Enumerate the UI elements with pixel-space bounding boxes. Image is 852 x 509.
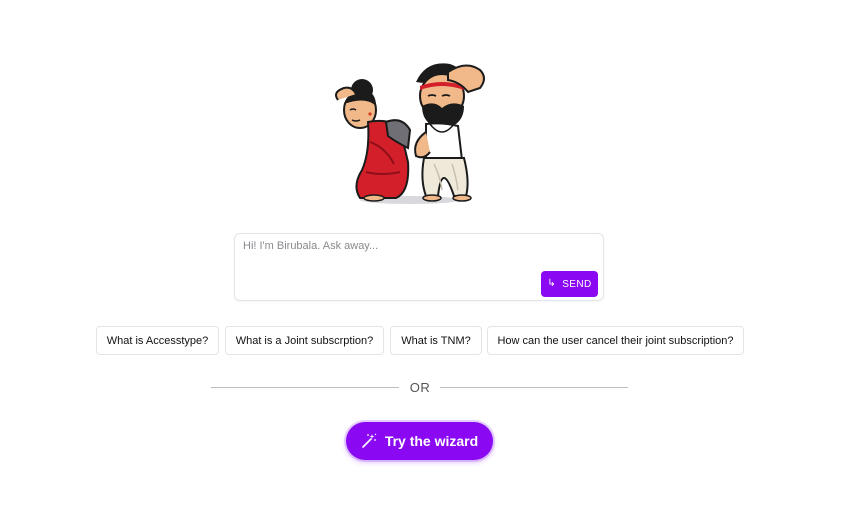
or-divider-label: OR	[409, 380, 431, 395]
suggestion-chip[interactable]: How can the user cancel their joint subs…	[487, 326, 744, 355]
divider-line-right	[440, 387, 628, 388]
chat-box: ↳ SEND	[234, 233, 604, 301]
magic-wand-icon	[362, 433, 377, 448]
return-arrow-icon: ↳	[547, 278, 557, 289]
suggestion-chip[interactable]: What is Accesstype?	[96, 326, 219, 355]
send-label: SEND	[562, 278, 592, 290]
try-wizard-button[interactable]: Try the wizard	[346, 422, 493, 460]
suggestion-chip[interactable]: What is a Joint subscrption?	[225, 326, 384, 355]
divider-line-left	[211, 387, 399, 388]
wizard-label: Try the wizard	[384, 433, 479, 449]
page: ↳ SEND What is Accesstype? What is a Joi…	[0, 0, 852, 509]
send-button[interactable]: ↳ SEND	[541, 271, 598, 297]
chat-input[interactable]	[243, 240, 597, 268]
suggestion-chip[interactable]: What is TNM?	[390, 326, 482, 355]
mascot-illustration	[335, 63, 485, 204]
